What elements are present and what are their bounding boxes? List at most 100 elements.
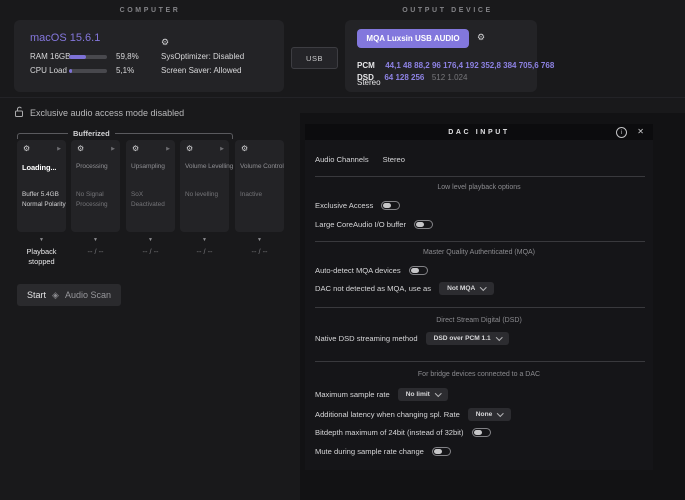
upsampling-play-icon[interactable]: ▶ <box>166 147 170 152</box>
start-button[interactable]: Start <box>27 290 46 300</box>
volume-levelling-gear-icon[interactable]: ⚙ <box>186 145 193 153</box>
cpu-bar-fill <box>69 69 72 73</box>
bitdepth-max-label: Bitdepth maximum of 24bit (instead of 32… <box>315 428 464 437</box>
dac-not-mqa-value: Not MQA <box>447 285 475 292</box>
stage-status: -- / -- <box>235 247 284 257</box>
stage-status: Playback stopped <box>17 247 66 266</box>
native-dsd-dropdown[interactable]: DSD over PCM 1.1 <box>426 332 510 345</box>
stage-loading-box[interactable]: ⚙ ▶ Loading... Buffer 5.4GB Normal Polar… <box>17 140 66 232</box>
toggle-knob <box>416 222 424 227</box>
bitdepth-max-toggle[interactable] <box>472 428 491 437</box>
additional-latency-label: Additional latency when changing spl. Ra… <box>315 410 460 419</box>
audio-channels-label: Audio Channels <box>315 155 369 164</box>
dac-panel-title: DAC INPUT <box>448 129 510 136</box>
dac-not-mqa-row: DAC not detected as MQA, use as Not MQA <box>315 282 494 295</box>
start-audio-scan-bar: Start ◈ Audio Scan <box>17 284 121 306</box>
stage-title: Volume Levelling <box>185 163 233 170</box>
processing-play-icon[interactable]: ▶ <box>111 147 115 152</box>
sysoptimizer-gear-icon[interactable]: ⚙ <box>161 38 169 47</box>
large-coreaudio-toggle[interactable] <box>414 220 433 229</box>
channel-mode: Stereo <box>357 78 381 87</box>
exclusive-access-row: Exclusive Access <box>315 201 400 210</box>
top-divider <box>0 97 685 98</box>
section-dsd: Direct Stream Digital (DSD) <box>305 317 653 324</box>
ram-label: RAM 16GB <box>30 52 70 61</box>
dac-not-mqa-label: DAC not detected as MQA, use as <box>315 284 431 293</box>
dsd-rates-unsupported: 512 1.024 <box>432 73 468 82</box>
audio-scan-icon: ◈ <box>52 290 59 301</box>
divider <box>315 176 645 177</box>
loading-gear-icon[interactable]: ⚙ <box>23 145 30 153</box>
native-dsd-label: Native DSD streaming method <box>315 334 418 343</box>
os-version: macOS 15.6.1 <box>30 32 100 44</box>
usb-connection-button[interactable]: USB <box>291 47 338 69</box>
max-sample-rate-dropdown[interactable]: No limit <box>398 388 449 401</box>
mute-during-change-row: Mute during sample rate change <box>315 447 451 456</box>
auto-detect-mqa-label: Auto-detect MQA devices <box>315 266 401 275</box>
stage-upsampling-box[interactable]: ⚙ ▶ Upsampling SoX Deactivated <box>126 140 175 232</box>
info-icon[interactable]: i <box>616 127 627 138</box>
stage-title: Processing <box>76 163 108 170</box>
chevron-down-icon <box>497 410 503 416</box>
toggle-knob <box>383 203 391 208</box>
additional-latency-dropdown[interactable]: None <box>468 408 511 421</box>
stage-details: SoX Deactivated <box>131 190 165 210</box>
large-coreaudio-label: Large CoreAudio I/O buffer <box>315 220 406 229</box>
stage-details: Buffer 5.4GB Normal Polarity <box>22 190 66 210</box>
stage-processing-box[interactable]: ⚙ ▶ Processing No Signal Processing <box>71 140 120 232</box>
dac-input-panel: DAC INPUT i ✕ Audio Channels Stereo Low … <box>305 124 653 470</box>
computer-section-header: COMPUTER <box>0 7 300 14</box>
native-dsd-value: DSD over PCM 1.1 <box>434 335 491 342</box>
chevron-down-icon: ▼ <box>71 237 120 243</box>
max-sample-rate-row: Maximum sample rate No limit <box>315 388 448 401</box>
stage-volume-control-box[interactable]: ⚙ Volume Control Inactive <box>235 140 284 232</box>
output-device-gear-icon[interactable]: ⚙ <box>477 33 485 42</box>
close-icon[interactable]: ✕ <box>637 128 644 136</box>
upsampling-gear-icon[interactable]: ⚙ <box>132 145 139 153</box>
exclusive-access-toggle[interactable] <box>381 201 400 210</box>
mute-during-change-toggle[interactable] <box>432 447 451 456</box>
chevron-down-icon: ▼ <box>180 237 229 243</box>
computer-panel: macOS 15.6.1 RAM 16GB 59,8% CPU Load 5,1… <box>14 20 284 92</box>
toggle-knob <box>474 430 482 435</box>
toggle-knob <box>434 449 442 454</box>
max-sample-rate-label: Maximum sample rate <box>315 390 390 399</box>
ram-bar <box>69 55 107 59</box>
chevron-down-icon: ▼ <box>17 237 66 243</box>
volume-control-gear-icon[interactable]: ⚙ <box>241 145 248 153</box>
stage-volume-levelling-box[interactable]: ⚙ ▶ Volume Levelling No levelling <box>180 140 229 232</box>
cpu-label: CPU Load <box>30 66 67 75</box>
audio-scan-button[interactable]: Audio Scan <box>65 290 111 300</box>
stage-title: Upsampling <box>131 163 165 170</box>
ram-value: 59,8% <box>116 52 139 61</box>
cpu-bar <box>69 69 107 73</box>
auto-detect-mqa-toggle[interactable] <box>409 266 428 275</box>
screen-saver-status: Screen Saver: Allowed <box>161 66 242 75</box>
bufferized-bracket <box>17 133 233 139</box>
dac-not-mqa-dropdown[interactable]: Not MQA <box>439 282 494 295</box>
unlock-icon <box>13 105 25 123</box>
mute-during-change-label: Mute during sample rate change <box>315 447 424 456</box>
native-dsd-row: Native DSD streaming method DSD over PCM… <box>315 332 509 345</box>
chevron-down-icon <box>496 334 502 340</box>
audio-channels-row: Audio Channels Stereo <box>315 155 405 164</box>
chevron-down-icon <box>480 284 486 290</box>
exclusive-access-label: Exclusive Access <box>315 201 373 210</box>
section-mqa: Master Quality Authenticated (MQA) <box>305 249 653 256</box>
exclusive-mode-notice: Exclusive audio access mode disabled <box>30 108 184 118</box>
output-device-button[interactable]: MQA Luxsin USB AUDIO <box>357 29 469 48</box>
bufferized-label: Bufferized <box>68 129 115 138</box>
divider <box>315 241 645 242</box>
chevron-down-icon: ▼ <box>235 237 284 243</box>
stage-status: -- / -- <box>126 247 175 257</box>
loading-play-icon[interactable]: ▶ <box>57 147 61 152</box>
volume-levelling-play-icon[interactable]: ▶ <box>220 147 224 152</box>
additional-latency-row: Additional latency when changing spl. Ra… <box>315 408 511 421</box>
stage-title: Volume Control <box>240 163 284 170</box>
processing-gear-icon[interactable]: ⚙ <box>77 145 84 153</box>
auto-detect-mqa-row: Auto-detect MQA devices <box>315 266 428 275</box>
divider <box>315 307 645 308</box>
output-device-section-header: OUTPUT DEVICE <box>345 7 550 14</box>
additional-latency-value: None <box>476 411 492 418</box>
stage-title: Loading... <box>22 163 56 172</box>
